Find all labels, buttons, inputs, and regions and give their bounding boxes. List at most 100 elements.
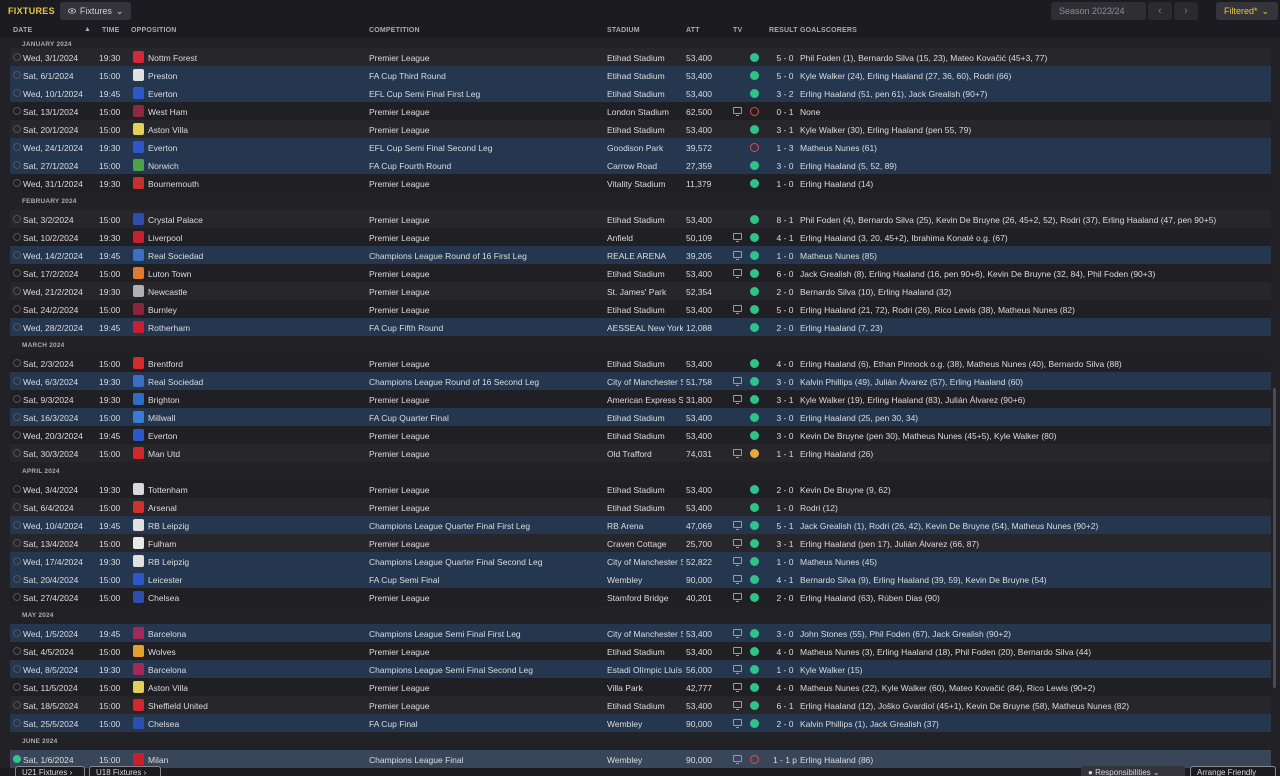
col-goalscorers[interactable]: GOALSCORERS (800, 27, 857, 34)
fixture-row[interactable]: Wed, 3/1/2024 19:30 Nottm Forest Premier Le… (10, 48, 1271, 66)
season-prev-button[interactable]: ‹ (1148, 2, 1172, 20)
fixture-row[interactable]: Wed, 1/5/2024 19:45 Barcelona Champions Lea… (10, 624, 1271, 642)
select-radio[interactable] (13, 719, 21, 727)
col-att[interactable]: ATT (686, 27, 700, 34)
fixture-opposition[interactable]: Liverpool (148, 233, 368, 243)
fixture-row[interactable]: Sat, 25/5/2024 15:00 Chelsea FA Cup Final We… (10, 714, 1271, 732)
fixture-opposition[interactable]: Norwich (148, 161, 368, 171)
responsibilities-button[interactable]: ● Responsibilities ⌄ (1081, 766, 1185, 776)
fixture-opposition[interactable]: Aston Villa (148, 683, 368, 693)
select-radio[interactable] (13, 305, 21, 313)
fixture-competition[interactable]: Premier League (369, 683, 604, 693)
fixture-competition[interactable]: Premier League (369, 305, 604, 315)
select-radio[interactable] (13, 755, 21, 763)
fixture-row[interactable]: Wed, 21/2/2024 19:30 Newcastle Premier Leag… (10, 282, 1271, 300)
fixture-opposition[interactable]: Preston (148, 71, 368, 81)
select-radio[interactable] (13, 539, 21, 547)
fixture-competition[interactable]: Premier League (369, 431, 604, 441)
fixture-competition[interactable]: FA Cup Quarter Final (369, 413, 604, 423)
fixture-row[interactable]: Sat, 3/2/2024 15:00 Crystal Palace Premier … (10, 210, 1271, 228)
fixture-row[interactable]: Sat, 24/2/2024 15:00 Burnley Premier League… (10, 300, 1271, 318)
fixture-opposition[interactable]: Aston Villa (148, 125, 368, 135)
fixture-competition[interactable]: EFL Cup Semi Final First Leg (369, 89, 604, 99)
select-radio[interactable] (13, 125, 21, 133)
fixture-opposition[interactable]: Wolves (148, 647, 368, 657)
select-radio[interactable] (13, 143, 21, 151)
fixture-row[interactable]: Wed, 20/3/2024 19:45 Everton Premier League… (10, 426, 1271, 444)
select-radio[interactable] (13, 71, 21, 79)
col-tv[interactable]: TV (733, 27, 742, 34)
fixture-opposition[interactable]: Chelsea (148, 593, 368, 603)
select-radio[interactable] (13, 287, 21, 295)
select-radio[interactable] (13, 647, 21, 655)
fixture-row[interactable]: Wed, 31/1/2024 19:30 Bournemouth Premier Le… (10, 174, 1271, 192)
fixture-competition[interactable]: Champions League Semi Final First Leg (369, 629, 604, 639)
select-radio[interactable] (13, 377, 21, 385)
u18-fixtures-button[interactable]: U18 Fixtures › (89, 766, 161, 776)
fixture-competition[interactable]: Champions League Quarter Final First Leg (369, 521, 604, 531)
fixture-opposition[interactable]: West Ham (148, 107, 368, 117)
fixture-row[interactable]: Sat, 4/5/2024 15:00 Wolves Premier League Et… (10, 642, 1271, 660)
filter-dropdown[interactable]: Filtered* ⌄ (1216, 2, 1278, 20)
fixture-row[interactable]: Sat, 13/4/2024 15:00 Fulham Premier League C… (10, 534, 1271, 552)
select-radio[interactable] (13, 557, 21, 565)
select-radio[interactable] (13, 431, 21, 439)
fixture-opposition[interactable]: Chelsea (148, 719, 368, 729)
fixture-opposition[interactable]: Millwall (148, 413, 368, 423)
fixture-row[interactable]: Sat, 30/3/2024 15:00 Man Utd Premier League… (10, 444, 1271, 462)
select-radio[interactable] (13, 251, 21, 259)
fixture-competition[interactable]: Premier League (369, 395, 604, 405)
select-radio[interactable] (13, 179, 21, 187)
scrollbar[interactable] (1273, 388, 1276, 688)
fixture-competition[interactable]: EFL Cup Semi Final Second Leg (369, 143, 604, 153)
select-radio[interactable] (13, 413, 21, 421)
col-stadium[interactable]: STADIUM (607, 27, 640, 34)
arrange-friendly-button[interactable]: Arrange Friendly (1190, 766, 1276, 776)
fixture-opposition[interactable]: Real Sociedad (148, 377, 368, 387)
select-radio[interactable] (13, 575, 21, 583)
fixture-competition[interactable]: Premier League (369, 269, 604, 279)
fixture-competition[interactable]: Premier League (369, 179, 604, 189)
fixture-row[interactable]: Sat, 10/2/2024 19:30 Liverpool Premier Leag… (10, 228, 1271, 246)
fixture-row[interactable]: Sat, 2/3/2024 15:00 Brentford Premier Leagu… (10, 354, 1271, 372)
fixture-opposition[interactable]: Fulham (148, 539, 368, 549)
fixture-competition[interactable]: Premier League (369, 359, 604, 369)
fixture-competition[interactable]: Premier League (369, 647, 604, 657)
select-radio[interactable] (13, 701, 21, 709)
fixture-opposition[interactable]: Milan (148, 755, 368, 765)
fixture-opposition[interactable]: Everton (148, 431, 368, 441)
fixture-opposition[interactable]: Burnley (148, 305, 368, 315)
select-radio[interactable] (13, 269, 21, 277)
fixture-row[interactable]: Sat, 18/5/2024 15:00 Sheffield United Premi… (10, 696, 1271, 714)
fixture-competition[interactable]: Premier League (369, 503, 604, 513)
fixture-competition[interactable]: Premier League (369, 107, 604, 117)
fixture-opposition[interactable]: Bournemouth (148, 179, 368, 189)
fixture-opposition[interactable]: Barcelona (148, 665, 368, 675)
select-radio[interactable] (13, 503, 21, 511)
select-radio[interactable] (13, 521, 21, 529)
fixture-opposition[interactable]: Nottm Forest (148, 53, 368, 63)
fixture-row[interactable]: Wed, 14/2/2024 19:45 Real Sociedad Champion… (10, 246, 1271, 264)
fixture-row[interactable]: Sat, 6/1/2024 15:00 Preston FA Cup Third Ro… (10, 66, 1271, 84)
fixture-competition[interactable]: Champions League Final (369, 755, 604, 765)
fixture-row[interactable]: Sat, 20/1/2024 15:00 Aston Villa Premier Le… (10, 120, 1271, 138)
fixture-competition[interactable]: Premier League (369, 287, 604, 297)
fixture-competition[interactable]: Premier League (369, 53, 604, 63)
fixture-opposition[interactable]: Everton (148, 89, 368, 99)
fixture-opposition[interactable]: Brentford (148, 359, 368, 369)
fixture-opposition[interactable]: Leicester (148, 575, 368, 585)
fixture-competition[interactable]: FA Cup Final (369, 719, 604, 729)
select-radio[interactable] (13, 233, 21, 241)
col-competition[interactable]: COMPETITION (369, 27, 420, 34)
select-radio[interactable] (13, 53, 21, 61)
fixture-opposition[interactable]: Brighton (148, 395, 368, 405)
fixture-competition[interactable]: Premier League (369, 215, 604, 225)
fixture-competition[interactable]: Premier League (369, 593, 604, 603)
col-opposition[interactable]: OPPOSITION (131, 27, 177, 34)
fixture-row[interactable]: Sat, 17/2/2024 15:00 Luton Town Premier Lea… (10, 264, 1271, 282)
fixture-opposition[interactable]: Real Sociedad (148, 251, 368, 261)
fixture-opposition[interactable]: Crystal Palace (148, 215, 368, 225)
fixture-row[interactable]: Sat, 6/4/2024 15:00 Arsenal Premier League E… (10, 498, 1271, 516)
fixture-competition[interactable]: FA Cup Semi Final (369, 575, 604, 585)
select-radio[interactable] (13, 593, 21, 601)
